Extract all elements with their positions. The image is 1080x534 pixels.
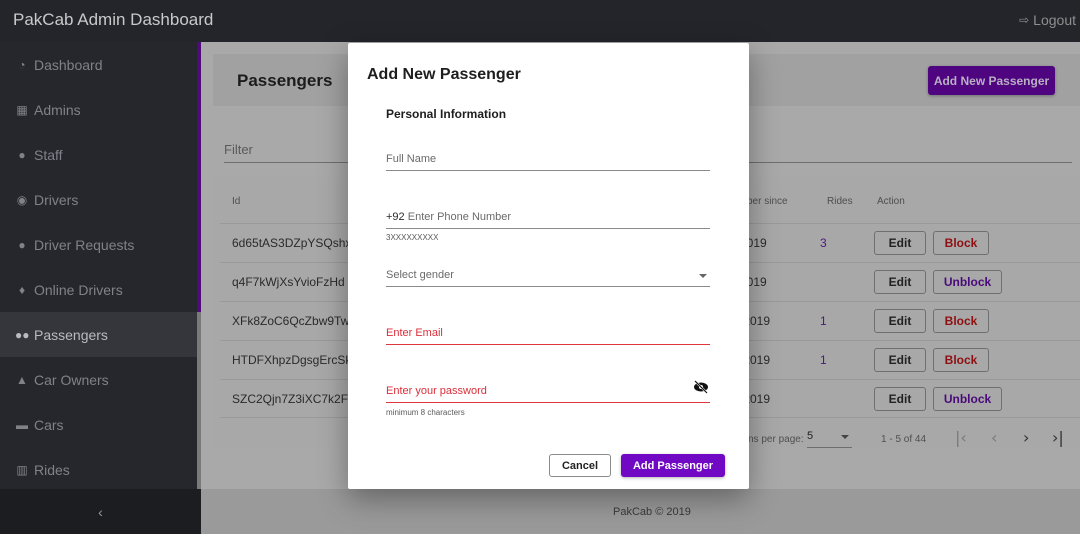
- column-header-member-since[interactable]: ber since: [747, 196, 788, 207]
- sidebar-item-label: Drivers: [34, 191, 79, 208]
- top-bar: PakCab Admin Dashboard ⇨ Logout: [0, 0, 1080, 42]
- next-page-button[interactable]: ›: [1023, 428, 1029, 447]
- sidebar-item-label: Admins: [34, 101, 81, 118]
- items-per-page-label: ns per page:: [748, 434, 804, 445]
- cell-id: SZC2Qjn7Z3iXC7k2F: [232, 392, 349, 406]
- column-header-rides[interactable]: Rides: [827, 196, 853, 207]
- phone-placeholder: Enter Phone Number: [407, 211, 512, 223]
- sidebar: ◔ Dashboard ▦ Admins ● Staff ◉ Drivers ●…: [0, 42, 197, 489]
- edit-button[interactable]: Edit: [874, 231, 926, 255]
- items-per-page-value: 5: [807, 430, 814, 442]
- column-header-id[interactable]: Id: [232, 196, 240, 207]
- cell-rides[interactable]: 1: [820, 353, 827, 367]
- user-circle-icon: ◉: [16, 192, 28, 207]
- chevron-left-icon: ‹: [98, 503, 103, 520]
- sidebar-collapse-button[interactable]: ‹: [0, 489, 201, 534]
- sidebar-item-dashboard[interactable]: ◔ Dashboard: [0, 42, 197, 87]
- gender-select[interactable]: Select gender: [386, 265, 710, 287]
- sidebar-item-label: Rides: [34, 461, 70, 478]
- sidebar-item-rides[interactable]: ▥ Rides: [0, 447, 197, 492]
- tachometer-icon: ◔: [18, 57, 26, 72]
- section-title: Personal Information: [386, 107, 507, 121]
- edit-button[interactable]: Edit: [874, 270, 926, 294]
- map-marker-icon: ♦: [18, 282, 26, 297]
- add-passenger-button[interactable]: Add Passenger: [621, 454, 725, 477]
- logout-label: Logout: [1033, 12, 1076, 28]
- full-name-input[interactable]: Full Name: [386, 149, 710, 171]
- edit-button[interactable]: Edit: [874, 387, 926, 411]
- user-secret-icon: ▲: [16, 372, 28, 387]
- sidebar-item-online-drivers[interactable]: ♦ Online Drivers: [0, 267, 197, 312]
- car-icon: ▬: [16, 417, 28, 432]
- unblock-button[interactable]: Unblock: [933, 270, 1002, 294]
- app-title: PakCab Admin Dashboard: [13, 10, 214, 29]
- block-button[interactable]: Block: [933, 231, 989, 255]
- page-footer: PakCab © 2019: [201, 489, 1080, 534]
- cancel-button[interactable]: Cancel: [549, 454, 611, 477]
- sidebar-item-label: Cars: [34, 416, 64, 433]
- page-title: Passengers: [237, 71, 333, 90]
- edit-button[interactable]: Edit: [874, 309, 926, 333]
- user-icon: ●: [18, 147, 26, 162]
- phone-input[interactable]: +92 Enter Phone Number: [386, 207, 710, 229]
- copyright-text: PakCab © 2019: [613, 506, 691, 518]
- users-icon: ●●: [15, 327, 30, 342]
- sidebar-item-label: Driver Requests: [34, 236, 135, 253]
- password-input[interactable]: Enter your password: [386, 380, 710, 403]
- cell-rides[interactable]: 1: [820, 314, 827, 328]
- cell-id: 6d65tAS3DZpYSQshx: [232, 236, 352, 250]
- sidebar-item-drivers[interactable]: ◉ Drivers: [0, 177, 197, 222]
- cell-id: XFk8ZoC6QcZbw9TwH: [232, 314, 359, 328]
- sidebar-item-car-owners[interactable]: ▲ Car Owners: [0, 357, 197, 402]
- password-hint: minimum 8 characters: [386, 408, 465, 417]
- dialog-title: Add New Passenger: [367, 66, 521, 83]
- cell-rides[interactable]: 3: [820, 236, 827, 250]
- block-button[interactable]: Block: [933, 309, 989, 333]
- password-placeholder: Enter your password: [386, 385, 487, 397]
- add-new-passenger-button[interactable]: Add New Passenger: [928, 66, 1055, 95]
- sidebar-item-staff[interactable]: ● Staff: [0, 132, 197, 177]
- previous-page-button[interactable]: ‹: [991, 428, 997, 447]
- sidebar-item-cars[interactable]: ▬ Cars: [0, 402, 197, 447]
- logout-button[interactable]: ⇨ Logout: [1019, 12, 1076, 28]
- email-input[interactable]: Enter Email: [386, 323, 710, 345]
- filter-label: Filter: [224, 142, 253, 157]
- sign-out-icon: ⇨: [1019, 13, 1030, 27]
- cell-id: HTDFXhpzDgsgErcSk: [232, 353, 352, 367]
- block-button[interactable]: Block: [933, 348, 989, 372]
- caret-down-icon: [699, 274, 707, 278]
- phone-prefix: +92: [386, 211, 405, 223]
- sidebar-item-label: Staff: [34, 146, 63, 163]
- sidebar-item-passengers[interactable]: ●● Passengers: [0, 312, 197, 357]
- sidebar-item-label: Car Owners: [34, 371, 109, 388]
- email-placeholder: Enter Email: [386, 327, 443, 339]
- unblock-button[interactable]: Unblock: [933, 387, 1002, 411]
- sidebar-item-label: Passengers: [34, 326, 108, 343]
- full-name-placeholder: Full Name: [386, 153, 437, 165]
- sidebar-item-label: Online Drivers: [34, 281, 123, 298]
- last-page-button[interactable]: ›|: [1052, 428, 1064, 447]
- pagination-range: 1 - 5 of 44: [881, 434, 927, 445]
- sidebar-item-admins[interactable]: ▦ Admins: [0, 87, 197, 132]
- map-icon: ▥: [16, 462, 28, 477]
- first-page-button[interactable]: |‹: [955, 428, 967, 447]
- add-passenger-dialog: Add New Passenger Personal Information F…: [348, 43, 749, 489]
- user-icon: ●: [18, 237, 26, 252]
- edit-button[interactable]: Edit: [874, 348, 926, 372]
- caret-down-icon: [841, 435, 849, 439]
- cell-id: q4F7kWjXsYvioFzHd: [232, 275, 345, 289]
- sidebar-item-label: Dashboard: [34, 56, 103, 73]
- column-header-action: Action: [877, 196, 905, 207]
- items-per-page-select[interactable]: 5: [807, 430, 852, 448]
- sidebar-item-driver-requests[interactable]: ● Driver Requests: [0, 222, 197, 267]
- briefcase-icon: ▦: [16, 102, 28, 117]
- gender-placeholder: Select gender: [386, 269, 454, 281]
- eye-slash-icon[interactable]: [693, 380, 709, 394]
- phone-hint: 3XXXXXXXXX: [386, 233, 439, 242]
